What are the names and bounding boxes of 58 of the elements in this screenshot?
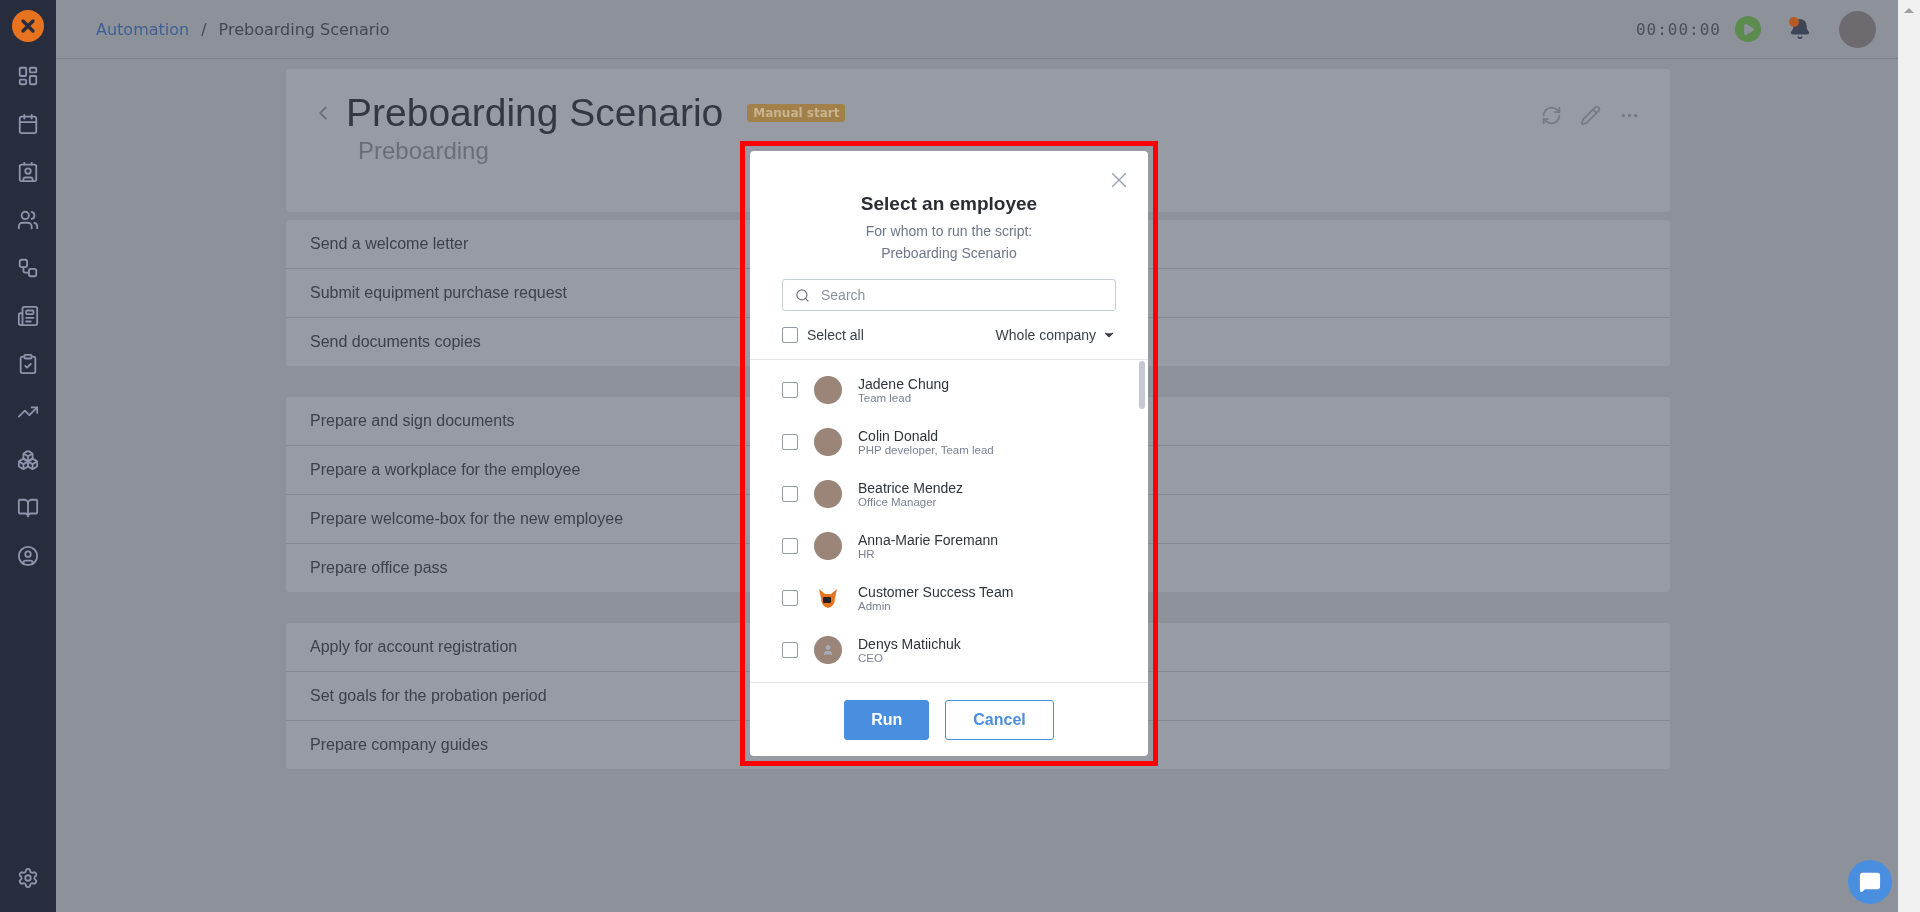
company-dropdown[interactable]: Whole company <box>995 327 1116 343</box>
play-icon <box>1741 22 1755 36</box>
breadcrumb-link[interactable]: Automation <box>96 19 190 39</box>
employee-checkbox[interactable] <box>782 382 798 398</box>
employee-name: Jadene Chung <box>858 376 950 392</box>
task-title[interactable]: Prepare welcome-box for the new employee <box>310 510 624 528</box>
user-placeholder-icon <box>814 636 842 664</box>
avatar-placeholder <box>814 480 842 508</box>
task-title[interactable]: Send documents copies <box>310 333 481 351</box>
employee-name: Customer Success Team <box>858 584 1014 600</box>
employee-name: Anna-Marie Foremann <box>858 532 999 548</box>
employee-name: Beatrice Mendez <box>858 480 964 496</box>
avatar-placeholder <box>814 376 842 404</box>
employee-role: HR <box>858 548 876 560</box>
employee-role: CEO <box>858 652 884 664</box>
task-title[interactable]: Prepare a workplace for the employee <box>310 461 581 479</box>
select-all-label[interactable]: Select all <box>807 327 864 343</box>
search-icon <box>795 288 810 303</box>
breadcrumb-separator: / <box>201 19 207 39</box>
employee-name: Colin Donald <box>858 428 940 444</box>
task-title[interactable]: Prepare company guides <box>310 736 488 754</box>
dialog-title: Select an employee <box>859 193 1039 215</box>
employee-role: Office Manager <box>858 496 938 508</box>
breadcrumb-current: Preboarding Scenario <box>218 19 390 39</box>
employee-role: Team lead <box>858 392 913 404</box>
employee-checkbox[interactable] <box>782 434 798 450</box>
employee-checkbox[interactable] <box>782 486 798 502</box>
cancel-button[interactable]: Cancel <box>945 699 1054 740</box>
dialog-subtitle: For whom to run the script: <box>864 223 1034 239</box>
employee-checkbox[interactable] <box>782 642 798 658</box>
run-button[interactable]: Run <box>844 699 930 740</box>
employee-name: Denys Matiichuk <box>858 636 961 652</box>
employee-checkbox[interactable] <box>782 590 798 606</box>
avatar-placeholder[interactable] <box>1839 10 1876 48</box>
avatar-placeholder <box>814 532 842 560</box>
task-title[interactable]: Apply for account registration <box>310 638 518 656</box>
page-scrollbar[interactable] <box>1898 0 1920 912</box>
edit-icon[interactable] <box>1580 105 1601 126</box>
scroll-thumb[interactable] <box>1139 361 1145 409</box>
task-title[interactable]: Send a welcome letter <box>310 235 469 253</box>
select-all-checkbox[interactable] <box>782 327 798 343</box>
chat-button[interactable] <box>1848 860 1892 904</box>
task-title[interactable]: Prepare office pass <box>310 559 448 577</box>
timer: 00:00:00 <box>1635 19 1721 39</box>
employee-checkbox[interactable] <box>782 538 798 554</box>
chat-icon <box>1859 871 1881 893</box>
employee-role: PHP developer, Team lead <box>858 444 994 456</box>
task-title[interactable]: Submit equipment purchase request <box>310 284 568 302</box>
page-title: Preboarding Scenario <box>346 91 724 135</box>
app-logo-icon[interactable] <box>12 10 44 42</box>
status-badge: Manual start <box>747 104 846 122</box>
dialog-subtitle: Preboarding Scenario <box>880 245 1018 261</box>
avatar-placeholder <box>814 428 842 456</box>
search-field[interactable]: Search <box>782 279 1116 311</box>
task-title[interactable]: Set goals for the probation period <box>310 687 547 705</box>
refresh-icon[interactable] <box>1541 105 1562 126</box>
employee-role: Admin <box>858 600 892 612</box>
task-title[interactable]: Prepare and sign documents <box>310 412 515 430</box>
